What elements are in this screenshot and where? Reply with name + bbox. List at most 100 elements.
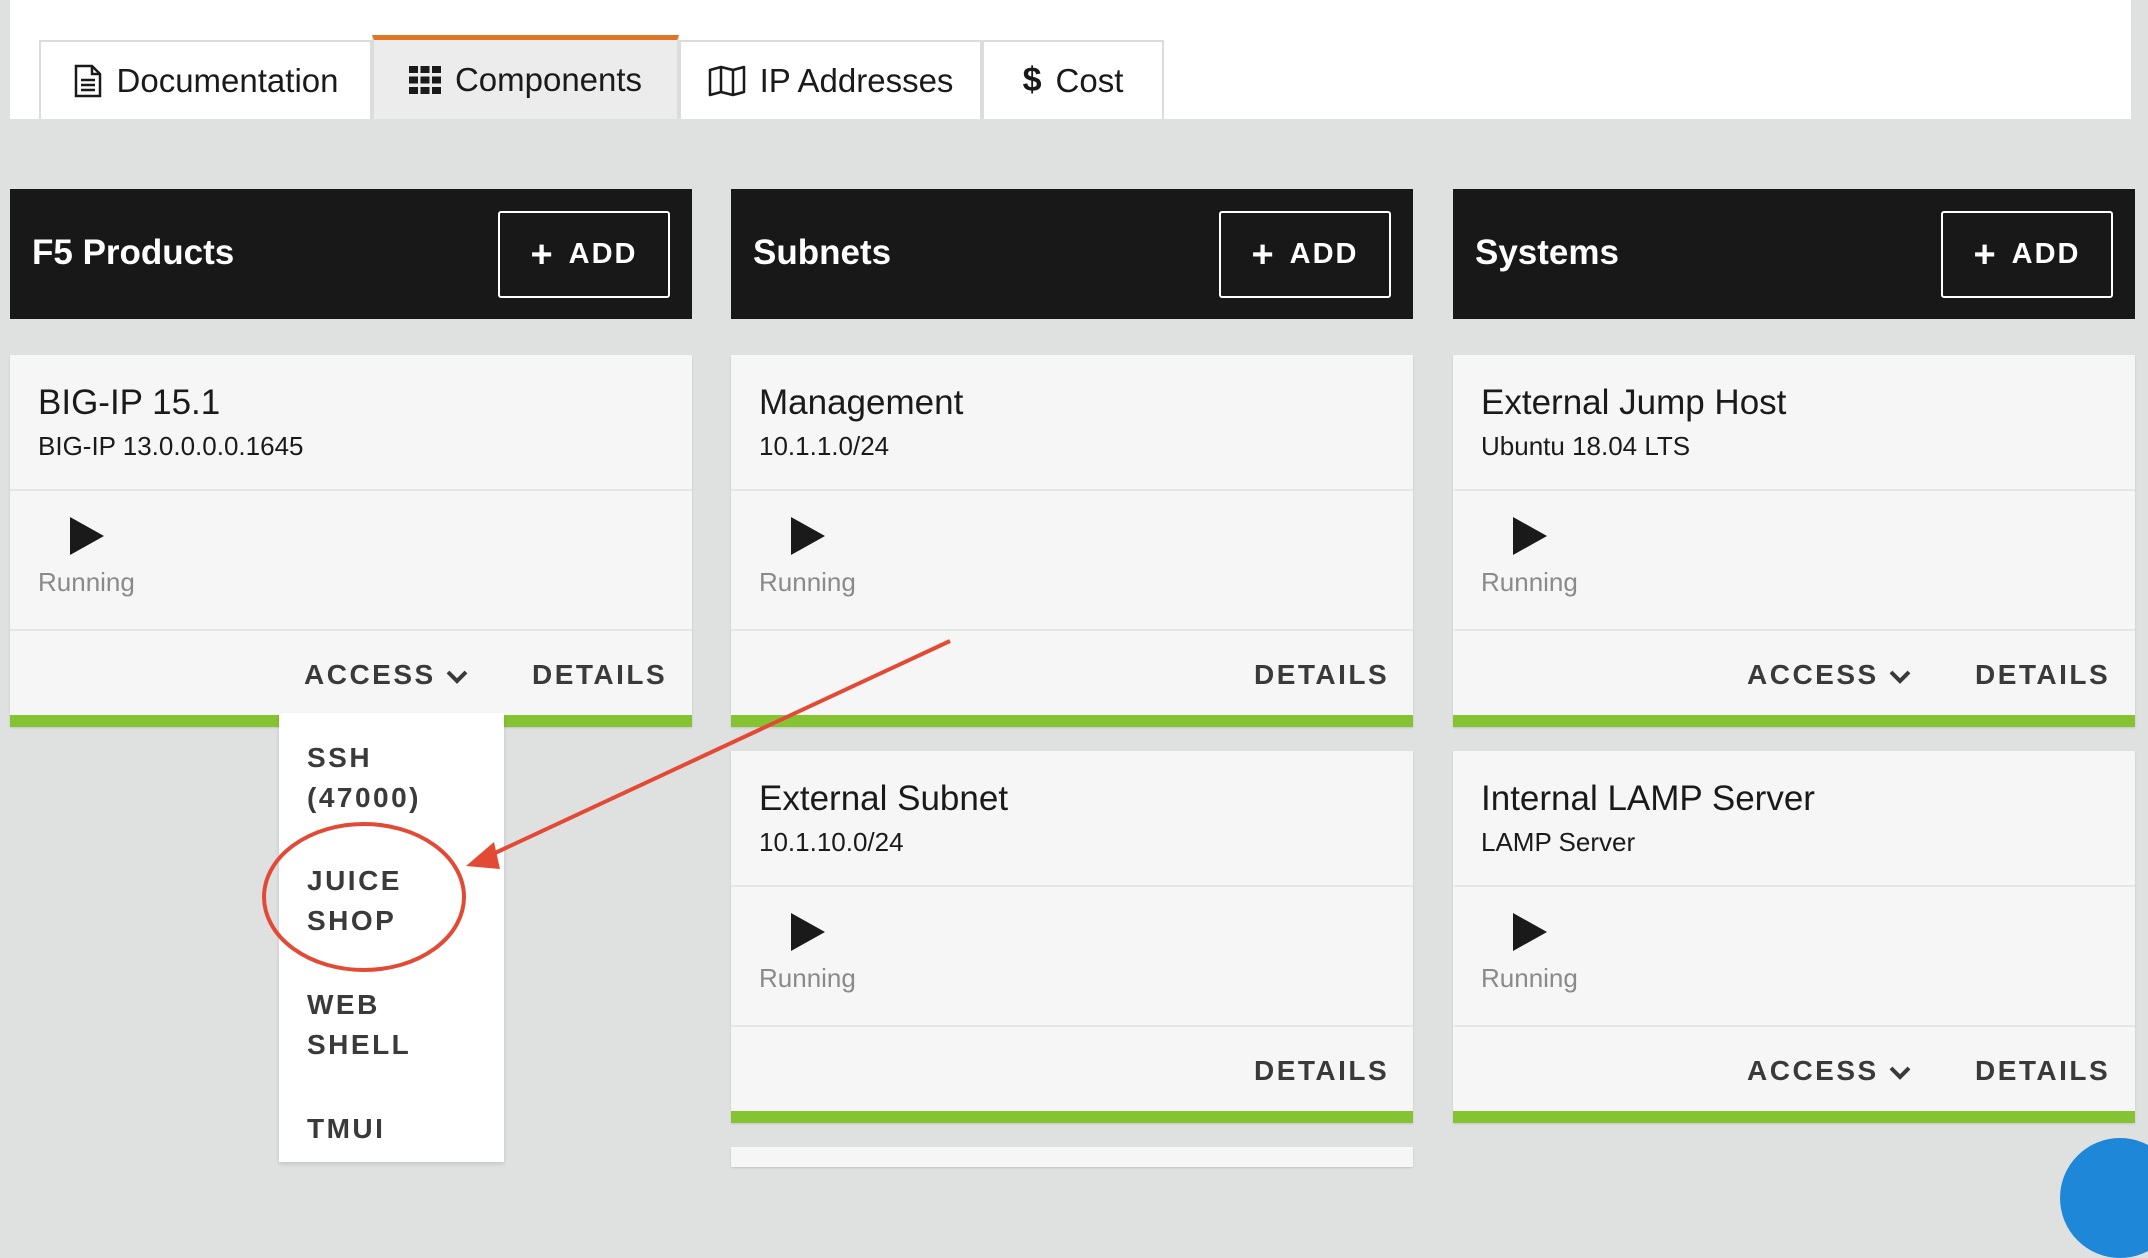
- card-header: BIG-IP 15.1 BIG-IP 13.0.0.0.0.1645: [10, 355, 692, 491]
- add-f5-product-button[interactable]: + ADD: [498, 211, 670, 298]
- card-title: External Subnet: [759, 779, 1009, 818]
- plus-icon: +: [1973, 233, 1998, 276]
- details-button[interactable]: DETAILS: [1254, 1055, 1389, 1087]
- card-title: Internal LAMP Server: [1481, 779, 1815, 818]
- card-status: Running: [1453, 887, 2135, 1027]
- details-button[interactable]: DETAILS: [1975, 1055, 2110, 1087]
- access-dropdown-menu: SSH (47000) JUICE SHOP WEB SHELL TMUI: [279, 713, 504, 1162]
- card-subtitle: BIG-IP 13.0.0.0.0.1645: [38, 431, 304, 461]
- tab-cost[interactable]: $ Cost: [982, 40, 1164, 119]
- access-label: ACCESS: [304, 659, 436, 690]
- component-card-partial: [731, 1147, 1413, 1167]
- details-label: DETAILS: [1975, 659, 2111, 690]
- status-bar: [731, 1111, 1413, 1123]
- card-actions: DETAILS: [731, 1027, 1413, 1111]
- map-icon: [708, 65, 746, 97]
- play-icon[interactable]: [791, 517, 825, 560]
- status-text: Running: [1481, 567, 1578, 597]
- tab-documentation[interactable]: Documentation: [39, 40, 372, 119]
- details-button[interactable]: DETAILS: [1975, 659, 2110, 691]
- menu-item-ssh[interactable]: SSH (47000): [307, 738, 477, 818]
- tab-label: Components: [454, 60, 643, 98]
- menu-item-tmui[interactable]: TMUI: [307, 1109, 477, 1149]
- play-icon[interactable]: [1513, 517, 1547, 560]
- details-label: DETAILS: [1254, 659, 1390, 690]
- add-button-label: ADD: [1289, 238, 1359, 270]
- add-button-label: ADD: [568, 238, 638, 270]
- grid-icon: [408, 65, 441, 94]
- status-bar: [731, 715, 1413, 727]
- component-card: External Jump Host Ubuntu 18.04 LTS Runn…: [1453, 355, 2135, 727]
- dollar-icon: $: [1022, 61, 1042, 99]
- column-header: F5 Products + ADD: [10, 189, 692, 319]
- tab-label: Cost: [1055, 61, 1124, 99]
- component-card: BIG-IP 15.1 BIG-IP 13.0.0.0.0.1645 Runni…: [10, 355, 692, 727]
- status-bar: [1453, 715, 2135, 727]
- column-header: Subnets + ADD: [731, 189, 1413, 319]
- access-dropdown-button[interactable]: ACCESS: [304, 659, 468, 691]
- card-actions: ACCESS DETAILS: [1453, 631, 2135, 715]
- document-icon: [73, 64, 103, 98]
- card-status: Running: [731, 491, 1413, 631]
- component-card: Internal LAMP Server LAMP Server Running…: [1453, 751, 2135, 1123]
- plus-icon: +: [1251, 233, 1276, 276]
- column-title: Subnets: [753, 233, 892, 272]
- card-status: Running: [1453, 491, 2135, 631]
- details-button[interactable]: DETAILS: [1254, 659, 1389, 691]
- menu-item-line: SHELL: [307, 1029, 412, 1060]
- access-label: ACCESS: [1747, 659, 1879, 690]
- play-icon[interactable]: [791, 913, 825, 956]
- card-subtitle: 10.1.1.0/24: [759, 431, 890, 461]
- card-header: Management 10.1.1.0/24: [731, 355, 1413, 491]
- play-icon[interactable]: [70, 517, 104, 560]
- card-status: Running: [10, 491, 692, 631]
- add-button-label: ADD: [2011, 238, 2081, 270]
- column-title: Systems: [1475, 233, 1619, 272]
- status-bar: [1453, 1111, 2135, 1123]
- tab-components[interactable]: Components: [372, 35, 679, 119]
- tab-bar: Documentation Components IP Addresses $ …: [10, 0, 2131, 119]
- card-header: Internal LAMP Server LAMP Server: [1453, 751, 2135, 887]
- access-label: ACCESS: [1747, 1055, 1879, 1086]
- details-label: DETAILS: [532, 659, 668, 690]
- status-text: Running: [759, 963, 856, 993]
- menu-item-juice-shop[interactable]: JUICE SHOP: [307, 861, 477, 941]
- menu-item-web-shell[interactable]: WEB SHELL: [307, 985, 477, 1065]
- card-header: External Jump Host Ubuntu 18.04 LTS: [1453, 355, 2135, 491]
- access-dropdown-button[interactable]: ACCESS: [1747, 659, 1911, 691]
- add-subnet-button[interactable]: + ADD: [1219, 211, 1391, 298]
- status-text: Running: [1481, 963, 1578, 993]
- add-system-button[interactable]: + ADD: [1941, 211, 2113, 298]
- menu-item-line: SHOP: [307, 905, 397, 936]
- card-header: External Subnet 10.1.10.0/24: [731, 751, 1413, 887]
- chevron-down-icon: [1889, 1055, 1911, 1087]
- column-header: Systems + ADD: [1453, 189, 2135, 319]
- play-icon[interactable]: [1513, 913, 1547, 956]
- component-card: External Subnet 10.1.10.0/24 Running DET…: [731, 751, 1413, 1123]
- card-title: External Jump Host: [1481, 383, 1787, 422]
- menu-item-line: JUICE: [307, 865, 402, 896]
- menu-item-line: TMUI: [307, 1113, 386, 1144]
- column-systems: Systems + ADD External Jump Host Ubuntu …: [1453, 189, 2135, 1123]
- chevron-down-icon: [1889, 659, 1911, 691]
- details-button[interactable]: DETAILS: [532, 659, 667, 691]
- column-subnets: Subnets + ADD Management 10.1.1.0/24 Run…: [731, 189, 1413, 1167]
- status-text: Running: [38, 567, 135, 597]
- card-title: Management: [759, 383, 964, 422]
- menu-item-line: WEB: [307, 989, 380, 1020]
- tab-ip-addresses[interactable]: IP Addresses: [679, 40, 982, 119]
- menu-item-line: SSH: [307, 742, 373, 773]
- column-f5-products: F5 Products + ADD BIG-IP 15.1 BIG-IP 13.…: [10, 189, 692, 727]
- card-subtitle: 10.1.10.0/24: [759, 827, 904, 857]
- chevron-down-icon: [446, 659, 468, 691]
- card-actions: ACCESS DETAILS: [10, 631, 692, 715]
- menu-item-line: (47000): [307, 782, 422, 813]
- card-subtitle: Ubuntu 18.04 LTS: [1481, 431, 1691, 461]
- tab-label: IP Addresses: [759, 61, 954, 99]
- card-status: Running: [731, 887, 1413, 1027]
- tab-label: Documentation: [116, 61, 339, 99]
- help-chat-button[interactable]: [2060, 1138, 2148, 1258]
- status-text: Running: [759, 567, 856, 597]
- access-dropdown-button[interactable]: ACCESS: [1747, 1055, 1911, 1087]
- card-actions: ACCESS DETAILS: [1453, 1027, 2135, 1111]
